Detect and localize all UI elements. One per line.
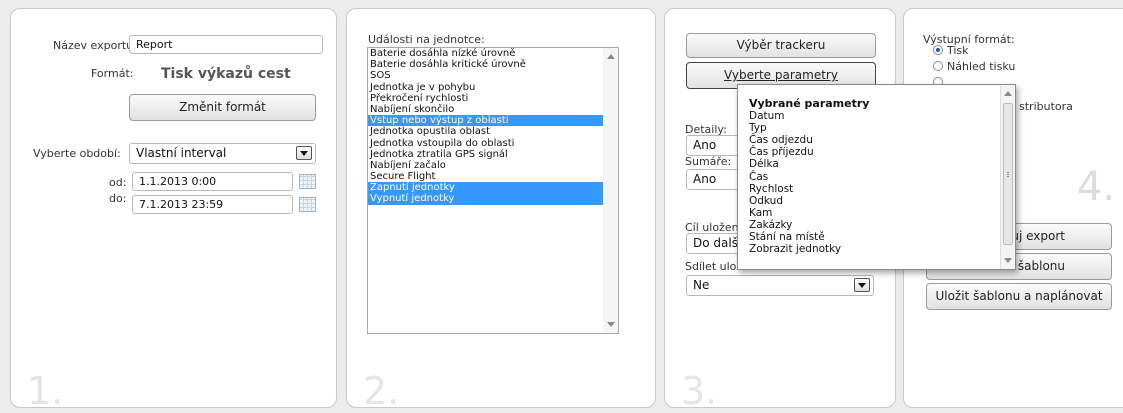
target-select-value: Do další: [693, 236, 742, 250]
chevron-down-icon: [854, 278, 870, 292]
event-list-item[interactable]: Jednotka opustila oblast: [368, 126, 618, 137]
event-list-item[interactable]: Vstup nebo výstup z oblasti: [368, 115, 618, 127]
parameter-item[interactable]: Kam: [749, 207, 772, 219]
selected-parameters-popup[interactable]: Vybrané parametry Datum Typ Čas odjezdu Čas…: [737, 84, 1016, 270]
sums-label: Sumáře:: [685, 155, 732, 168]
option-print-label: Tisk: [947, 44, 969, 57]
period-select[interactable]: Vlastní interval: [129, 143, 316, 164]
step-number: 1.: [27, 369, 64, 413]
step-number: 4.: [1077, 164, 1116, 210]
share-select-value: Ne: [693, 278, 710, 292]
events-listbox[interactable]: Baterie dosáhla nízké úrovně Baterie dosá…: [367, 47, 619, 334]
step-number: 3.: [681, 369, 718, 413]
export-name-input[interactable]: Report: [129, 35, 323, 54]
from-date-input[interactable]: 1.1.2013 0:00: [132, 172, 293, 191]
save-template-schedule-button[interactable]: Uložit šablonu a naplánovat: [926, 283, 1112, 310]
popup-scroll-thumb[interactable]: [1003, 103, 1013, 245]
to-date-input[interactable]: 7.1.2013 23:59: [132, 195, 293, 214]
step-number: 2.: [363, 369, 400, 413]
change-format-button[interactable]: Změnit formát: [129, 94, 316, 121]
parameter-item[interactable]: Zobrazit jednotky: [749, 243, 841, 255]
event-list-item[interactable]: Baterie dosáhla kritické úrovně: [368, 59, 618, 70]
event-list-item[interactable]: SOS: [368, 70, 618, 81]
period-select-value: Vlastní interval: [136, 146, 227, 160]
parameter-item[interactable]: Zakázky: [749, 219, 792, 231]
events-scrollbar[interactable]: [603, 48, 618, 333]
parameter-item[interactable]: Typ: [749, 122, 767, 134]
export-name-label: Název exportu:: [53, 39, 137, 52]
option-print-preview-label: Náhled tisku: [947, 60, 1016, 73]
scroll-down-icon[interactable]: [1004, 258, 1012, 263]
scroll-up-icon[interactable]: [607, 54, 615, 59]
period-label: Vyberte období:: [33, 147, 121, 160]
parameter-item[interactable]: Délka: [749, 158, 779, 170]
radio-print[interactable]: [933, 45, 943, 55]
calendar-icon[interactable]: [299, 197, 316, 212]
share-label: Sdílet ulož: [685, 260, 743, 273]
scroll-up-icon[interactable]: [1004, 91, 1012, 96]
format-label: Formát:: [91, 67, 134, 80]
radio-print-preview[interactable]: [933, 61, 943, 71]
event-list-item[interactable]: Překročení rychlosti: [368, 93, 618, 104]
parameter-item[interactable]: Stání na místě: [749, 231, 825, 243]
format-value: Tisk výkazů cest: [161, 66, 291, 82]
event-list-item[interactable]: Jednotka vstoupila do oblasti: [368, 138, 618, 149]
event-list-item[interactable]: Zapnutí jednotky: [368, 182, 618, 194]
parameter-item[interactable]: Čas: [749, 171, 768, 183]
scroll-down-icon[interactable]: [607, 322, 615, 327]
event-list-item[interactable]: Secure Flight: [368, 171, 618, 182]
event-list-item[interactable]: Nabíjení skončilo: [368, 104, 618, 115]
event-list-item[interactable]: Baterie dosáhla nízké úrovně: [368, 48, 618, 59]
parameter-item[interactable]: Čas příjezdu: [749, 146, 814, 158]
calendar-icon[interactable]: [299, 174, 316, 189]
parameter-item[interactable]: Čas odjezdu: [749, 134, 813, 146]
popup-heading: Vybrané parametry: [749, 97, 870, 110]
to-label: do:: [109, 192, 127, 205]
share-select[interactable]: Ne: [686, 275, 874, 296]
sums-select-value: Ano: [693, 172, 717, 186]
chevron-down-icon: [296, 146, 312, 160]
events-label: Události na jednotce:: [368, 33, 485, 46]
select-tracker-button[interactable]: Výběr trackeru: [686, 33, 876, 58]
popup-scrollbar[interactable]: [1000, 85, 1015, 269]
event-list-item[interactable]: Jednotka je v pohybu: [368, 82, 618, 93]
step-2-panel: Události na jednotce: Baterie dosáhla ní…: [346, 8, 656, 413]
event-list-item[interactable]: Vypnutí jednotky: [368, 193, 618, 205]
event-list-item[interactable]: Jednotka ztratila GPS signál: [368, 149, 618, 160]
option-distributor-label: stributora: [1019, 100, 1073, 113]
details-select-value: Ano: [693, 138, 717, 152]
parameter-item[interactable]: Odkud: [749, 195, 783, 207]
parameter-item[interactable]: Datum: [749, 110, 785, 122]
event-list-item[interactable]: Nabíjení začalo: [368, 160, 618, 171]
step-1-panel: Název exportu: Report Formát: Tisk výkaz…: [10, 8, 337, 413]
parameter-item[interactable]: Rychlost: [749, 183, 793, 195]
from-label: od:: [109, 176, 127, 189]
